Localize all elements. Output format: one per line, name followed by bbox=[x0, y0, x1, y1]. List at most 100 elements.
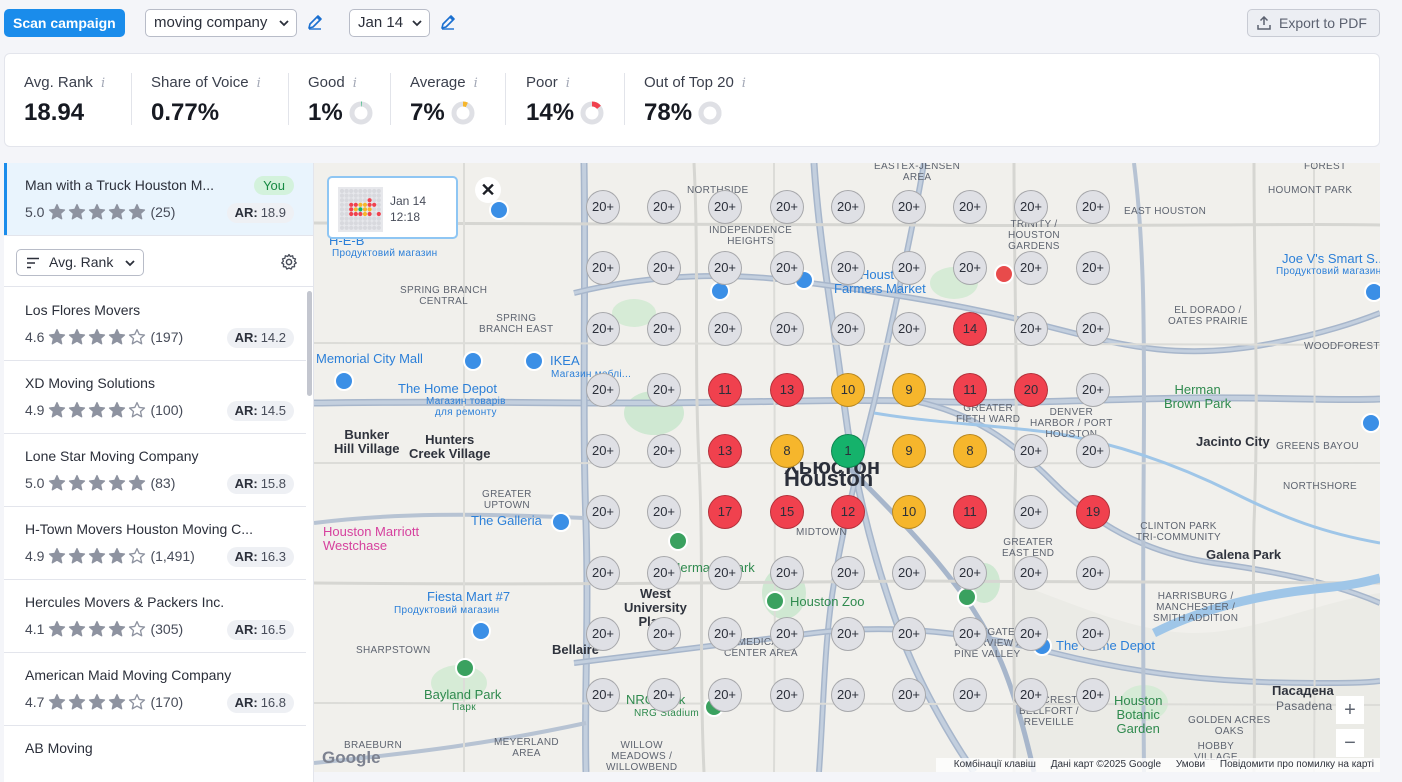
scrollbar[interactable] bbox=[307, 291, 312, 396]
gear-icon[interactable] bbox=[280, 253, 298, 271]
rank-pin[interactable]: 20+ bbox=[586, 312, 620, 346]
rank-pin[interactable]: 20+ bbox=[586, 556, 620, 590]
rank-pin[interactable]: 20+ bbox=[647, 556, 681, 590]
park-pin-icon[interactable] bbox=[668, 531, 688, 551]
competitor-item[interactable]: AB Moving bbox=[4, 726, 306, 782]
rank-pin[interactable]: 20+ bbox=[892, 617, 926, 651]
rank-pin[interactable]: 20+ bbox=[586, 434, 620, 468]
info-icon[interactable]: i bbox=[474, 76, 478, 91]
rank-pin[interactable]: 20+ bbox=[892, 312, 926, 346]
rank-pin[interactable]: 20+ bbox=[770, 190, 804, 224]
info-icon[interactable]: i bbox=[101, 76, 105, 91]
rank-pin[interactable]: 13 bbox=[708, 434, 742, 468]
rank-pin[interactable]: 12 bbox=[831, 495, 865, 529]
rank-pin[interactable]: 20+ bbox=[647, 678, 681, 712]
zoom-out-button[interactable]: − bbox=[1336, 729, 1364, 757]
rank-pin[interactable]: 20+ bbox=[708, 678, 742, 712]
rank-pin[interactable]: 20+ bbox=[708, 251, 742, 285]
edit-keyword-icon[interactable] bbox=[306, 13, 324, 31]
rank-pin[interactable]: 20+ bbox=[1076, 434, 1110, 468]
rank-pin[interactable]: 9 bbox=[892, 434, 926, 468]
report-error-link[interactable]: Повідомити про помилку на карті bbox=[1220, 759, 1374, 770]
shopping-pin-icon[interactable] bbox=[334, 371, 354, 391]
competitor-item[interactable]: Hercules Movers & Packers Inc. 4.1 (305) AR… bbox=[4, 580, 306, 653]
info-icon[interactable]: i bbox=[353, 76, 357, 91]
shopping-pin-icon[interactable] bbox=[471, 621, 491, 641]
info-icon[interactable]: i bbox=[566, 76, 570, 91]
rank-pin[interactable]: 1 bbox=[831, 434, 865, 468]
rank-pin[interactable]: 11 bbox=[953, 373, 987, 407]
rank-pin[interactable]: 20+ bbox=[1014, 678, 1048, 712]
rank-pin[interactable]: 20+ bbox=[892, 678, 926, 712]
rank-pin[interactable]: 20+ bbox=[1014, 251, 1048, 285]
shopping-pin-icon[interactable] bbox=[1364, 282, 1380, 302]
rank-pin[interactable]: 20+ bbox=[1076, 373, 1110, 407]
edit-date-icon[interactable] bbox=[439, 13, 457, 31]
rank-pin[interactable]: 20+ bbox=[1076, 312, 1110, 346]
rank-pin[interactable]: 8 bbox=[953, 434, 987, 468]
rank-pin[interactable]: 20+ bbox=[586, 251, 620, 285]
rank-pin[interactable]: 20+ bbox=[708, 556, 742, 590]
rank-pin[interactable]: 20+ bbox=[647, 251, 681, 285]
competitor-item[interactable]: XD Moving Solutions 4.9 (100) AR: 14.5 bbox=[4, 361, 306, 434]
rank-pin[interactable]: 20+ bbox=[1076, 617, 1110, 651]
rank-pin[interactable]: 20+ bbox=[953, 251, 987, 285]
rank-pin[interactable]: 20+ bbox=[953, 617, 987, 651]
rank-pin[interactable]: 20+ bbox=[1014, 556, 1048, 590]
rank-pin[interactable]: 20+ bbox=[1076, 251, 1110, 285]
rank-pin[interactable]: 20+ bbox=[831, 251, 865, 285]
rank-pin[interactable]: 20+ bbox=[953, 556, 987, 590]
rank-pin[interactable]: 15 bbox=[770, 495, 804, 529]
rank-pin[interactable]: 20+ bbox=[1076, 556, 1110, 590]
export-pdf-button[interactable]: Export to PDF bbox=[1247, 9, 1380, 37]
rank-pin[interactable]: 8 bbox=[770, 434, 804, 468]
park-pin-icon[interactable] bbox=[455, 658, 475, 678]
rank-pin[interactable]: 20+ bbox=[647, 373, 681, 407]
rank-pin[interactable]: 20+ bbox=[892, 556, 926, 590]
rank-pin[interactable]: 20+ bbox=[831, 617, 865, 651]
rank-pin[interactable]: 9 bbox=[892, 373, 926, 407]
rank-pin[interactable]: 20+ bbox=[770, 617, 804, 651]
zoom-in-button[interactable]: + bbox=[1336, 696, 1364, 724]
rank-pin[interactable]: 20+ bbox=[831, 190, 865, 224]
rank-pin[interactable]: 20+ bbox=[1014, 617, 1048, 651]
competitor-item[interactable]: Lone Star Moving Company 5.0 (83) AR: 15.8 bbox=[4, 434, 306, 507]
scan-campaign-button[interactable]: Scan campaign bbox=[4, 9, 125, 37]
info-icon[interactable]: i bbox=[257, 76, 261, 91]
rank-pin[interactable]: 20+ bbox=[770, 312, 804, 346]
rank-pin[interactable]: 20+ bbox=[586, 495, 620, 529]
competitor-item[interactable]: H-Town Movers Houston Moving C... 4.9 (1,4… bbox=[4, 507, 306, 580]
rank-pin[interactable]: 17 bbox=[708, 495, 742, 529]
rank-pin[interactable]: 20+ bbox=[647, 434, 681, 468]
rank-pin[interactable]: 20+ bbox=[647, 495, 681, 529]
close-icon[interactable]: ✕ bbox=[475, 177, 501, 203]
rank-pin[interactable]: 10 bbox=[831, 373, 865, 407]
rank-pin[interactable]: 20+ bbox=[586, 373, 620, 407]
rank-pin[interactable]: 20 bbox=[1014, 373, 1048, 407]
sort-select[interactable]: Avg. Rank bbox=[16, 249, 144, 276]
hospital-pin-icon[interactable] bbox=[994, 264, 1014, 284]
rank-pin[interactable]: 20+ bbox=[1076, 190, 1110, 224]
rank-pin[interactable]: 20+ bbox=[892, 190, 926, 224]
rank-pin[interactable]: 20+ bbox=[1014, 495, 1048, 529]
rank-pin[interactable]: 20+ bbox=[1076, 678, 1110, 712]
rank-pin[interactable]: 20+ bbox=[1014, 312, 1048, 346]
rank-pin[interactable]: 20+ bbox=[831, 312, 865, 346]
rank-pin[interactable]: 20+ bbox=[586, 190, 620, 224]
scan-snapshot-card[interactable]: Jan 14 12:18 bbox=[327, 176, 458, 239]
rank-pin[interactable]: 20+ bbox=[770, 678, 804, 712]
rank-pin[interactable]: 20+ bbox=[708, 190, 742, 224]
competitor-item[interactable]: Los Flores Movers 4.6 (197) AR: 14.2 bbox=[4, 288, 306, 361]
keyword-select[interactable]: moving company bbox=[145, 9, 297, 37]
rank-pin[interactable]: 20+ bbox=[892, 251, 926, 285]
rank-pin[interactable]: 20+ bbox=[770, 251, 804, 285]
rank-pin[interactable]: 20+ bbox=[708, 617, 742, 651]
competitor-item[interactable]: American Maid Moving Company 4.7 (170) AR: 1… bbox=[4, 653, 306, 726]
zoo-pin-icon[interactable] bbox=[765, 591, 785, 611]
rank-pin[interactable]: 20+ bbox=[586, 678, 620, 712]
shopping-pin-icon[interactable] bbox=[524, 351, 544, 371]
rank-pin[interactable]: 20+ bbox=[1014, 190, 1048, 224]
rank-pin[interactable]: 14 bbox=[953, 312, 987, 346]
rank-pin[interactable]: 20+ bbox=[770, 556, 804, 590]
park-pin-icon[interactable] bbox=[957, 587, 977, 607]
